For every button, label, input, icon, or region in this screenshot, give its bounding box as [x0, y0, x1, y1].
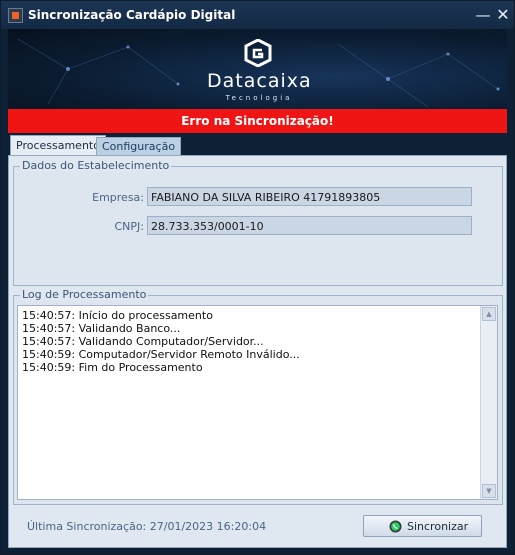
log-title: Log de Processamento [20, 288, 149, 301]
status-banner: Erro na Sincronização! [8, 109, 507, 133]
estabelecimento-group: Dados do Estabelecimento Empresa: FABIAN… [13, 159, 503, 286]
window-title: Sincronização Cardápio Digital [28, 8, 236, 22]
tab-configuracao[interactable]: Configuração [96, 137, 182, 155]
log-group: Log de Processamento 15:40:57: Início do… [13, 288, 503, 505]
empresa-field[interactable]: FABIANO DA SILVA RIBEIRO 41791893805 [147, 187, 472, 206]
log-line: 15:40:57: Validando Computador/Servidor.… [22, 335, 264, 348]
log-scrollbar[interactable]: ▲ ▼ [480, 306, 497, 499]
log-textarea[interactable]: 15:40:57: Início do processamento 15:40:… [17, 305, 498, 500]
minimize-button[interactable]: — [474, 6, 492, 24]
scroll-down-icon[interactable]: ▼ [482, 484, 496, 498]
app-window: Sincronização Cardápio Digital — ✕ Datac… [0, 0, 515, 555]
log-lines: 15:40:57: Início do processamento 15:40:… [22, 309, 482, 374]
log-line: 15:40:57: Validando Banco... [22, 322, 181, 335]
cnpj-label: CNPJ: [114, 220, 145, 233]
log-line: 15:40:57: Início do processamento [22, 309, 213, 322]
last-sync-text: Última Sincronização: 27/01/2023 16:20:0… [27, 520, 267, 533]
sync-button[interactable]: Sincronizar [363, 515, 482, 537]
tab-content: Dados do Estabelecimento Empresa: FABIAN… [8, 155, 507, 548]
datacaixa-mark-icon [244, 39, 272, 67]
brand-banner: Datacaixa Tecnologia [8, 29, 507, 109]
estabelecimento-title: Dados do Estabelecimento [20, 159, 172, 172]
close-button[interactable]: ✕ [494, 6, 512, 24]
title-bar[interactable]: Sincronização Cardápio Digital — ✕ [1, 1, 514, 29]
cnpj-field[interactable]: 28.733.353/0001-10 [147, 216, 472, 235]
log-line: 15:40:59: Fim do Processamento [22, 361, 203, 374]
log-line: 15:40:59: Computador/Servidor Remoto Inv… [22, 348, 300, 361]
whatsapp-icon [389, 520, 402, 533]
brand-name: Datacaixa [207, 70, 312, 92]
sync-button-label: Sincronizar [407, 520, 469, 533]
tab-bar: Processamento Configuração [8, 135, 507, 156]
datacaixa-logo: Datacaixa Tecnologia [207, 39, 311, 107]
brand-tagline: Tecnologia [225, 94, 293, 102]
empresa-label: Empresa: [92, 191, 144, 204]
tab-processamento[interactable]: Processamento [10, 135, 106, 156]
scroll-up-icon[interactable]: ▲ [482, 307, 496, 321]
app-icon[interactable] [8, 8, 23, 23]
